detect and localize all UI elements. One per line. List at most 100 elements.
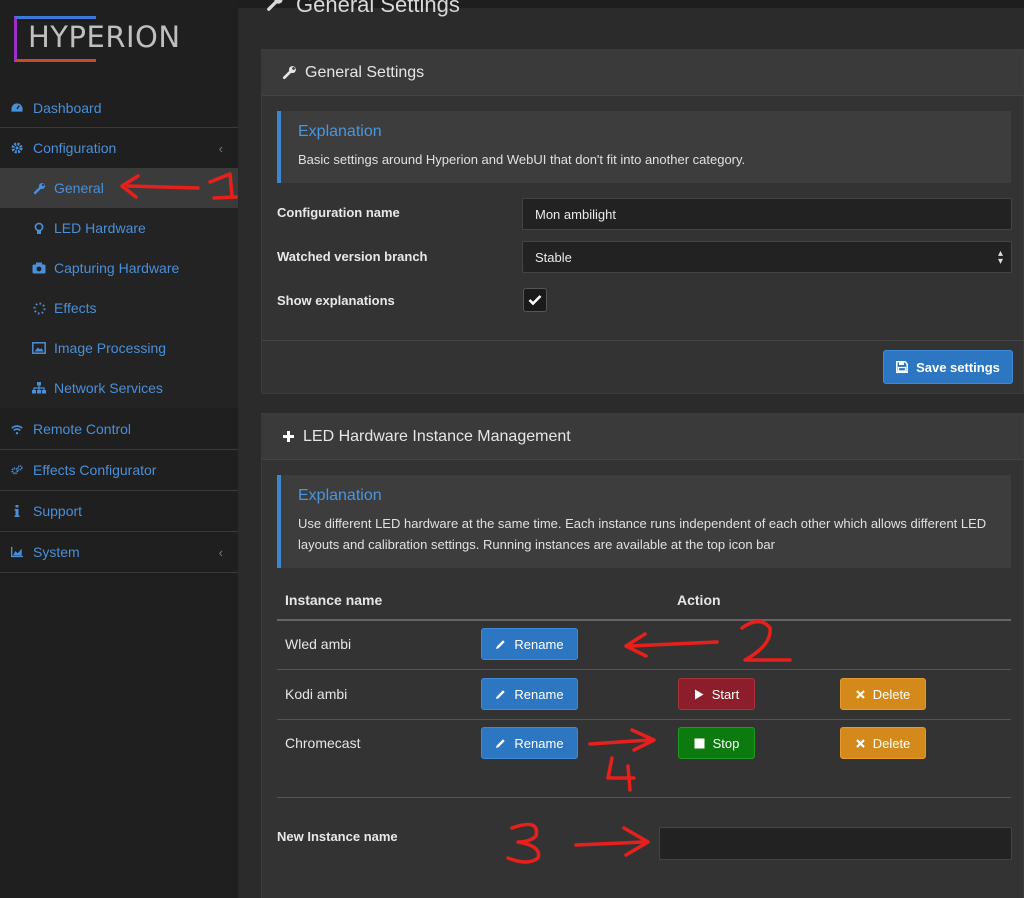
sitemap-icon <box>32 382 46 394</box>
branch-select[interactable]: Stable ▴ ▾ <box>522 241 1012 273</box>
sidebar-item-label: Effects Configurator <box>33 462 157 478</box>
play-icon <box>694 689 704 700</box>
rename-label: Rename <box>514 735 564 751</box>
save-settings-button[interactable]: Save settings <box>883 350 1013 384</box>
panel-header: LED Hardware Instance Management <box>262 414 1023 460</box>
rename-button[interactable]: Rename <box>481 727 578 759</box>
rename-button[interactable]: Rename <box>481 678 578 710</box>
stop-label: Stop <box>712 735 740 751</box>
sidebar-item-support[interactable]: Support <box>0 491 238 532</box>
bulb-icon <box>32 222 46 235</box>
show-explanations-checkbox[interactable] <box>523 288 547 312</box>
sidebar-item-label: Dashboard <box>33 99 102 116</box>
sidebar-item-label: Support <box>33 503 83 519</box>
wrench-icon <box>32 182 46 195</box>
explanation-callout: Explanation Basic settings around Hyperi… <box>277 111 1011 183</box>
chart-icon <box>11 546 23 558</box>
row-divider <box>277 719 1011 720</box>
wifi-icon <box>11 424 23 435</box>
instance-name: Kodi ambi <box>285 686 348 702</box>
delete-label: Delete <box>872 735 911 751</box>
stop-button[interactable]: Stop <box>678 727 755 759</box>
new-instance-input[interactable] <box>659 827 1012 860</box>
close-icon <box>855 738 865 748</box>
sidebar-item-dashboard[interactable]: Dashboard <box>0 88 238 128</box>
delete-button[interactable]: Delete <box>840 727 926 759</box>
rename-label: Rename <box>514 636 564 652</box>
explanation-title: Explanation <box>298 487 382 504</box>
instance-name: Chromecast <box>285 735 361 751</box>
sidebar-item-system[interactable]: System ‹ <box>0 532 238 573</box>
chevron-left-icon: ‹ <box>218 140 223 156</box>
start-label: Start <box>711 686 740 702</box>
dashboard-icon <box>11 102 23 113</box>
camera-icon <box>32 262 46 274</box>
page-title-text: General Settings <box>296 0 460 17</box>
sidebar-item-effects-configurator[interactable]: Effects Configurator <box>0 450 238 491</box>
explanation-callout: Explanation Use different LED hardware a… <box>277 475 1011 568</box>
gears-icon <box>11 464 23 476</box>
sidebar-item-label: Configuration <box>33 140 117 156</box>
hyperion-logo[interactable]: HYPERION <box>14 12 180 62</box>
sidebar-item-remote-control[interactable]: Remote Control <box>0 409 238 450</box>
config-name-label: Configuration name <box>277 205 400 220</box>
wrench-icon <box>282 65 297 80</box>
panel-title: LED Hardware Instance Management <box>303 427 571 445</box>
explanation-text: Basic settings around Hyperion and WebUI… <box>298 152 746 167</box>
pencil-icon <box>495 689 506 700</box>
sidebar-subitem-label: LED Hardware <box>54 220 146 236</box>
led-instance-panel: LED Hardware Instance Management Explana… <box>261 413 1024 898</box>
sidebar-item-label: Remote Control <box>33 421 132 437</box>
logo-text: HYPERION <box>28 20 181 54</box>
sidebar-item-label: System <box>33 544 80 560</box>
panel-title: General Settings <box>305 63 425 81</box>
divider <box>262 340 1024 341</box>
show-explanations-label: Show explanations <box>277 293 395 308</box>
column-header-instance-name: Instance name <box>285 592 383 608</box>
spinner-icon <box>32 302 46 315</box>
plus-icon <box>282 430 295 443</box>
sidebar-subitem-capturing-hardware[interactable]: Capturing Hardware <box>0 248 238 288</box>
row-divider <box>277 669 1011 670</box>
explanation-text: Use different LED hardware at the same t… <box>298 516 987 552</box>
delete-label: Delete <box>872 686 911 702</box>
instance-name: Wled ambi <box>285 636 352 652</box>
save-icon <box>896 361 909 373</box>
sidebar-subitem-led-hardware[interactable]: LED Hardware <box>0 208 238 248</box>
rename-button[interactable]: Rename <box>481 628 578 660</box>
row-divider <box>277 797 1011 798</box>
sidebar-subitem-effects[interactable]: Effects <box>0 288 238 328</box>
table-header-divider <box>277 619 1011 621</box>
new-instance-label: New Instance name <box>277 829 398 844</box>
sidebar-subitem-label: Effects <box>54 300 97 316</box>
start-button[interactable]: Start <box>678 678 755 710</box>
chevron-left-icon: ‹ <box>218 544 223 560</box>
info-icon <box>11 505 23 517</box>
panel-header: General Settings <box>262 50 1023 96</box>
rename-label: Rename <box>514 686 564 702</box>
gear-icon <box>11 142 23 154</box>
branch-select-value: Stable <box>535 249 572 265</box>
hyperion-webui: HYPERION Dashboard Configuration ‹ Gener… <box>0 0 1024 898</box>
image-icon <box>32 342 46 354</box>
explanation-title: Explanation <box>298 123 382 140</box>
save-settings-label: Save settings <box>916 359 1000 375</box>
sidebar-item-configuration[interactable]: Configuration ‹ <box>0 128 238 169</box>
sidebar-subitem-image-processing[interactable]: Image Processing <box>0 328 238 368</box>
sidebar-subitem-label: General <box>54 180 104 196</box>
select-arrows-icon: ▴ ▾ <box>997 248 1003 267</box>
delete-button[interactable]: Delete <box>840 678 926 710</box>
stop-icon <box>694 738 705 749</box>
sidebar-subitem-general[interactable]: General <box>0 168 238 208</box>
column-header-action: Action <box>677 592 721 608</box>
sidebar-subitem-label: Image Processing <box>54 340 167 356</box>
sidebar-subitem-label: Network Services <box>54 380 163 396</box>
sidebar-subitem-network-services[interactable]: Network Services <box>0 368 238 408</box>
branch-label: Watched version branch <box>277 249 428 264</box>
page-title: General Settings <box>266 0 460 18</box>
sidebar-subitem-label: Capturing Hardware <box>54 260 180 276</box>
config-name-input[interactable]: Mon ambilight <box>522 198 1012 230</box>
pencil-icon <box>495 738 506 749</box>
close-icon <box>855 689 865 699</box>
wrench-icon <box>266 0 284 18</box>
